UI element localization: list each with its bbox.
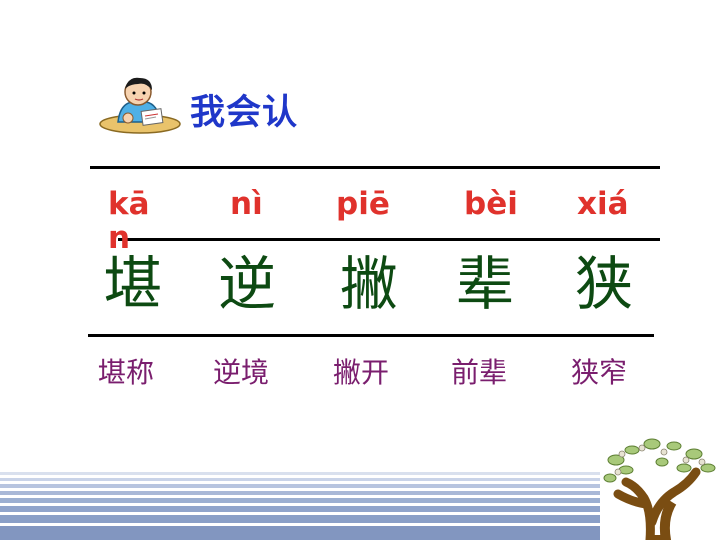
- word-piekai: 撇开: [333, 356, 390, 389]
- word-nijing: 逆境: [213, 356, 270, 389]
- character-ni: 逆: [218, 250, 277, 318]
- slide: 我会认 kān nì piē bèi xiá 堪 逆 撇 辈 狭 堪称 逆境 撇…: [0, 0, 720, 540]
- character-xia: 狭: [575, 250, 634, 318]
- word-kancheng: 堪称: [98, 356, 155, 389]
- tree-icon: [603, 438, 716, 540]
- pinyin-row-divider: [118, 238, 660, 241]
- pinyin-ni: nì: [230, 186, 263, 222]
- character-kan: 堪: [104, 250, 163, 318]
- pinyin-xia: xiá: [577, 186, 629, 222]
- student-reading-icon: [99, 77, 181, 134]
- character-pie: 撇: [340, 250, 399, 318]
- word-qianbei: 前辈: [451, 356, 508, 389]
- character-row-divider: [88, 334, 654, 337]
- character-bei: 辈: [456, 250, 515, 318]
- page-title: 我会认: [190, 93, 299, 133]
- pinyin-pie: piē: [336, 186, 390, 222]
- decorative-stripes: [0, 470, 600, 540]
- pinyin-kan: kān: [108, 186, 150, 256]
- pinyin-bei: bèi: [464, 186, 518, 222]
- word-xiazhai: 狭窄: [571, 356, 628, 389]
- table-top-rule: [90, 166, 660, 169]
